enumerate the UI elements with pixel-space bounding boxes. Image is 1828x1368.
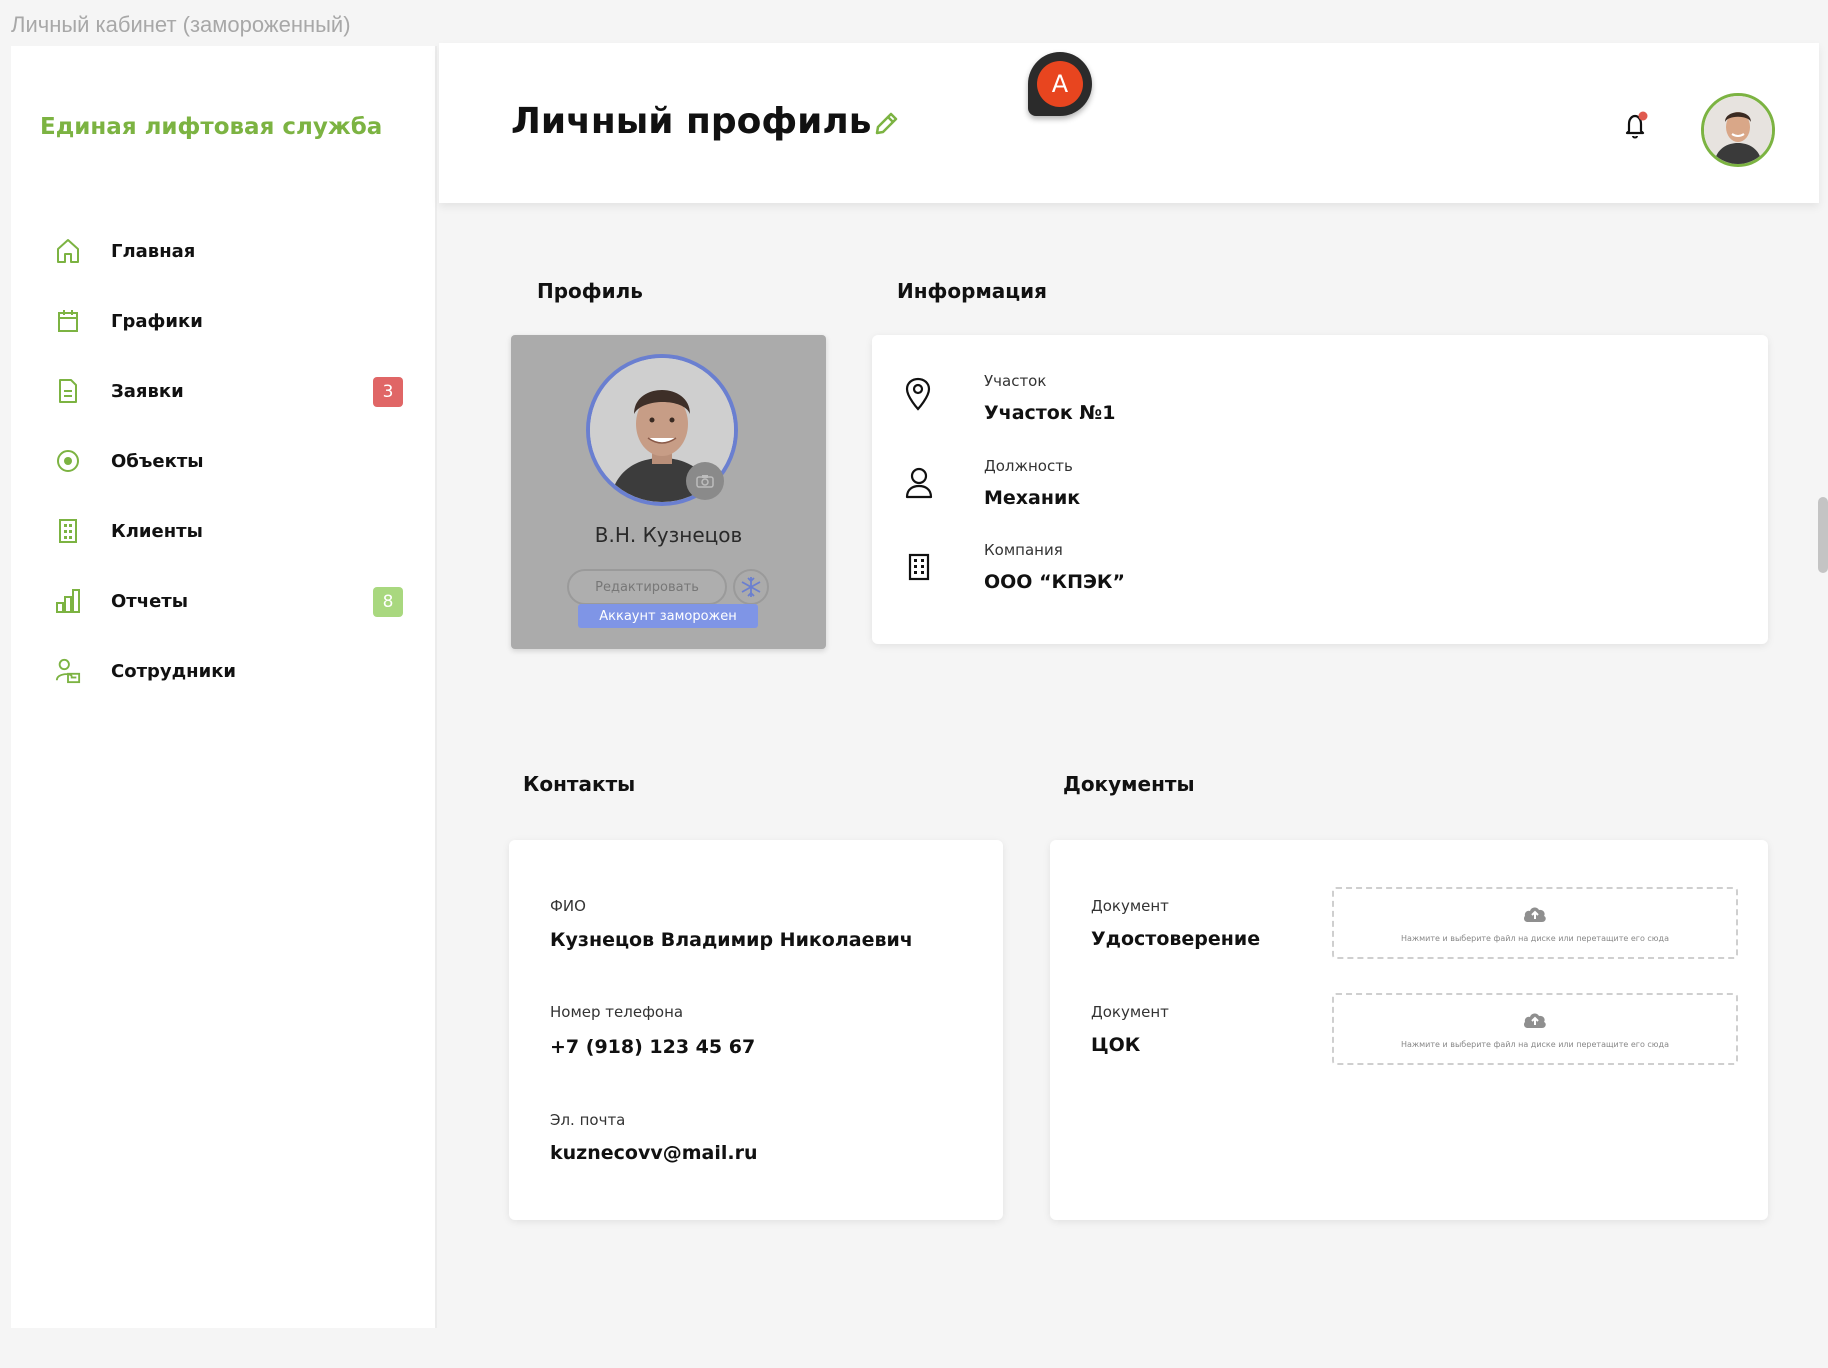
field-label: Эл. почта bbox=[550, 1111, 626, 1129]
reports-count-badge: 8 bbox=[373, 587, 403, 617]
sidebar-item-reports[interactable]: Отчеты 8 bbox=[55, 566, 403, 636]
field-value: ООО “КПЭК” bbox=[984, 571, 1125, 593]
requests-count-badge: 3 bbox=[373, 377, 403, 407]
sidebar-item-objects[interactable]: Объекты bbox=[55, 426, 403, 496]
app-logo[interactable]: Единая лифтовая служба bbox=[40, 114, 382, 140]
profile-name: В.Н. Кузнецов bbox=[594, 523, 743, 547]
field-value: Удостоверение bbox=[1091, 928, 1261, 950]
profile-card: В.Н. Кузнецов Редактировать Аккаунт замо… bbox=[511, 335, 826, 649]
sidebar-item-employees[interactable]: Сотрудники bbox=[55, 636, 403, 706]
sidebar-item-label: Заявки bbox=[111, 380, 184, 402]
info-card: Участок Участок №1 Должность Механик Ком… bbox=[872, 335, 1768, 644]
documents-section-title: Документы bbox=[1063, 772, 1195, 796]
documents-card: Документ Удостоверение Нажмите и выберит… bbox=[1050, 840, 1768, 1220]
file-dropzone[interactable]: Нажмите и выберите файл на диске или пер… bbox=[1332, 993, 1738, 1065]
assistant-button[interactable]: A bbox=[1028, 52, 1092, 116]
sidebar-item-label: Клиенты bbox=[111, 520, 203, 542]
document-icon bbox=[55, 376, 81, 406]
field-value: Механик bbox=[984, 487, 1081, 509]
pencil-icon[interactable] bbox=[873, 111, 899, 141]
field-value: ЦОК bbox=[1091, 1034, 1141, 1056]
building-icon bbox=[908, 553, 930, 585]
camera-icon[interactable] bbox=[686, 462, 724, 500]
sidebar-item-home[interactable]: Главная bbox=[55, 216, 403, 286]
contacts-section-title: Контакты bbox=[523, 772, 636, 796]
field-label: Компания bbox=[984, 541, 1063, 559]
sidebar-item-label: Сотрудники bbox=[111, 660, 237, 682]
field-value: kuznecovv@mail.ru bbox=[550, 1142, 758, 1164]
window-title: Личный кабинет (замороженный) bbox=[11, 12, 351, 37]
sidebar-item-label: Объекты bbox=[111, 450, 204, 472]
sidebar-item-label: Отчеты bbox=[111, 590, 189, 612]
sidebar-item-label: Графики bbox=[111, 310, 203, 332]
employee-icon bbox=[55, 656, 81, 686]
dropzone-hint: Нажмите и выберите файл на диске или пер… bbox=[1401, 1039, 1669, 1049]
page-title: Личный профиль bbox=[511, 101, 872, 142]
cloud-upload-icon bbox=[1522, 904, 1548, 928]
file-dropzone[interactable]: Нажмите и выберите файл на диске или пер… bbox=[1332, 887, 1738, 959]
page-header: Личный профиль bbox=[439, 43, 1819, 203]
person-icon bbox=[905, 467, 933, 503]
edit-profile-button[interactable]: Редактировать bbox=[567, 569, 727, 605]
cloud-upload-icon bbox=[1522, 1010, 1548, 1034]
location-pin-icon bbox=[904, 377, 932, 415]
field-label: Документ bbox=[1091, 1003, 1169, 1021]
sidebar: Единая лифтовая служба Главная Графики З… bbox=[11, 46, 437, 1328]
bell-icon[interactable] bbox=[1623, 111, 1649, 145]
sidebar-nav: Главная Графики Заявки 3 Объекты Клиенты… bbox=[55, 216, 403, 706]
info-section-title: Информация bbox=[897, 279, 1047, 303]
field-label: Участок bbox=[984, 372, 1047, 390]
frozen-status-badge: Аккаунт заморожен bbox=[578, 604, 758, 628]
field-label: Номер телефона bbox=[550, 1003, 684, 1021]
sidebar-item-schedules[interactable]: Графики bbox=[55, 286, 403, 356]
contacts-card: ФИО Кузнецов Владимир Николаевич Номер т… bbox=[509, 840, 1003, 1220]
home-icon bbox=[55, 236, 81, 266]
field-value: +7 (918) 123 45 67 bbox=[550, 1036, 756, 1058]
calendar-icon bbox=[55, 306, 81, 336]
field-label: Должность bbox=[984, 457, 1073, 475]
sidebar-item-label: Главная bbox=[111, 240, 196, 262]
assistant-letter: A bbox=[1037, 61, 1083, 107]
field-label: Документ bbox=[1091, 897, 1169, 915]
dropzone-hint: Нажмите и выберите файл на диске или пер… bbox=[1401, 933, 1669, 943]
page-scrollbar[interactable] bbox=[1818, 497, 1828, 573]
field-label: ФИО bbox=[550, 897, 586, 915]
bar-chart-icon bbox=[55, 586, 81, 616]
target-icon bbox=[55, 446, 81, 476]
profile-section-title: Профиль bbox=[537, 279, 643, 303]
building-icon bbox=[55, 516, 81, 546]
avatar[interactable] bbox=[1701, 93, 1775, 167]
snowflake-icon[interactable] bbox=[733, 569, 769, 605]
sidebar-item-clients[interactable]: Клиенты bbox=[55, 496, 403, 566]
sidebar-item-requests[interactable]: Заявки 3 bbox=[55, 356, 403, 426]
field-value: Кузнецов Владимир Николаевич bbox=[550, 929, 913, 951]
field-value: Участок №1 bbox=[984, 402, 1116, 424]
